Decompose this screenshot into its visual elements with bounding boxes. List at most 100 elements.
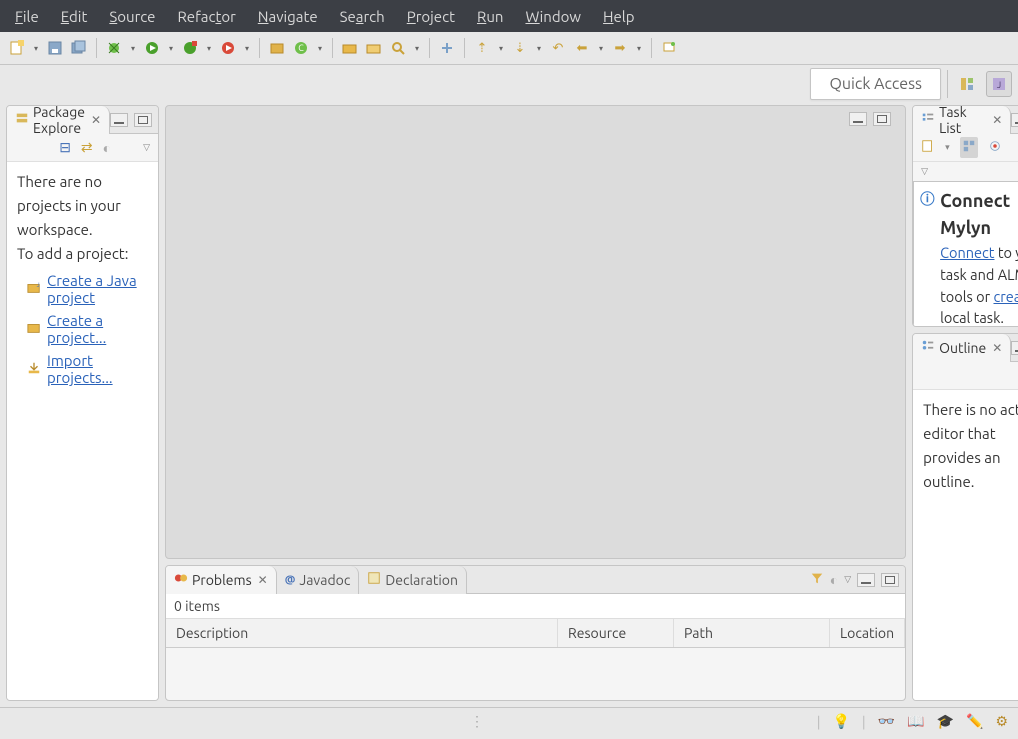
toolbar-separator	[96, 38, 97, 58]
new-class-button[interactable]: C	[290, 37, 312, 59]
new-class-dropdown[interactable]: ▾	[314, 37, 326, 59]
view-menu-icon[interactable]: ▽	[844, 574, 851, 585]
coverage-dropdown[interactable]: ▾	[203, 37, 215, 59]
run-dropdown[interactable]: ▾	[165, 37, 177, 59]
debug-button[interactable]	[103, 37, 125, 59]
close-icon[interactable]: ✕	[992, 341, 1002, 355]
minimize-button[interactable]	[857, 573, 875, 587]
coverage-button[interactable]	[179, 37, 201, 59]
save-all-button[interactable]	[68, 37, 90, 59]
graduation-icon[interactable]: 🎓	[937, 713, 954, 730]
nav-back-annotation-button[interactable]: ⇡	[471, 37, 493, 59]
close-icon[interactable]: ✕	[91, 113, 101, 127]
nav-next-annotation-dropdown[interactable]: ▾	[533, 37, 545, 59]
run-last-dropdown[interactable]: ▾	[241, 37, 253, 59]
toolbar-separator	[464, 38, 465, 58]
back-button[interactable]: ⬅	[571, 37, 593, 59]
focus-task-icon[interactable]: ◐	[103, 140, 111, 156]
menu-search[interactable]: Search	[329, 4, 396, 29]
toolbar-separator	[332, 38, 333, 58]
tab-javadoc[interactable]: @ Javadoc	[277, 566, 360, 594]
nav-back-annotation-dropdown[interactable]: ▾	[495, 37, 507, 59]
samples-icon[interactable]: 👓	[878, 713, 895, 730]
collapse-all-icon[interactable]: ⊟	[59, 139, 71, 156]
run-button[interactable]	[141, 37, 163, 59]
back-dropdown[interactable]: ▾	[595, 37, 607, 59]
search-button[interactable]	[387, 37, 409, 59]
menu-refactor[interactable]: Refactor	[166, 4, 246, 29]
quick-access-field[interactable]: Quick Access	[810, 68, 941, 100]
menu-file[interactable]: File	[4, 4, 50, 29]
new-task-dropdown[interactable]: ▾	[945, 142, 950, 153]
create-project-link[interactable]: Create a project...	[47, 312, 148, 346]
menu-run[interactable]: Run	[466, 4, 515, 29]
editor-maximize-button[interactable]	[873, 112, 891, 126]
focus-icon[interactable]: ◐	[830, 572, 838, 588]
open-task-button[interactable]	[363, 37, 385, 59]
new-package-button[interactable]	[266, 37, 288, 59]
menu-edit[interactable]: Edit	[50, 4, 99, 29]
col-description[interactable]: Description	[166, 619, 558, 647]
col-path[interactable]: Path	[674, 619, 830, 647]
new-task-icon[interactable]	[921, 139, 935, 156]
maximize-button[interactable]	[134, 113, 152, 127]
create-java-project-link[interactable]: Create a Java project	[47, 272, 148, 306]
menu-project[interactable]: Project	[396, 4, 466, 29]
overview-icon[interactable]: ⚙	[995, 713, 1008, 730]
tab-outline[interactable]: Outline ✕	[913, 334, 1011, 362]
new-button[interactable]	[6, 37, 28, 59]
categorize-icon[interactable]	[960, 137, 978, 158]
tutorials-icon[interactable]: 📖	[907, 713, 924, 730]
editor-area[interactable]	[165, 105, 906, 559]
minimize-button[interactable]	[110, 113, 128, 127]
col-location[interactable]: Location	[830, 619, 905, 647]
toggle-breadcrumb-button[interactable]	[436, 37, 458, 59]
tab-declaration[interactable]: Declaration	[359, 566, 467, 594]
run-last-button[interactable]	[217, 37, 239, 59]
maximize-button[interactable]	[881, 573, 899, 587]
menu-help[interactable]: Help	[592, 4, 645, 29]
col-resource[interactable]: Resource	[558, 619, 674, 647]
view-menu-icon[interactable]: ▽	[143, 142, 150, 153]
search-dropdown[interactable]: ▾	[411, 37, 423, 59]
menu-source[interactable]: Source	[98, 4, 166, 29]
tab-problems[interactable]: Problems ✕	[166, 566, 277, 594]
pin-editor-button[interactable]	[658, 37, 680, 59]
mylyn-connect-panel: ⓘ Connect Mylyn Connect to your task and…	[913, 181, 1018, 327]
create-task-link[interactable]: create	[993, 288, 1018, 305]
open-type-button[interactable]	[339, 37, 361, 59]
nav-next-annotation-button[interactable]: ⇣	[509, 37, 531, 59]
java-perspective-button[interactable]: J	[986, 71, 1012, 97]
trim-drag-handle[interactable]: ⋮	[470, 713, 485, 730]
info-icon: ⓘ	[920, 188, 935, 210]
menu-navigate[interactable]: Navigate	[247, 4, 329, 29]
forward-button[interactable]: ➡	[609, 37, 631, 59]
open-perspective-button[interactable]	[954, 71, 980, 97]
outline-empty-text: There is no active editor that provides …	[923, 398, 1018, 494]
forward-dropdown[interactable]: ▾	[633, 37, 645, 59]
import-projects-link[interactable]: Import projects...	[47, 352, 148, 386]
whatsnew-icon[interactable]: ✏️	[966, 713, 983, 730]
close-icon[interactable]: ✕	[258, 573, 268, 587]
link-editor-icon[interactable]: ⇄	[81, 139, 93, 156]
separator: |	[817, 714, 821, 730]
new-dropdown[interactable]: ▾	[30, 37, 42, 59]
editor-minimize-button[interactable]	[849, 112, 867, 126]
svg-text:C: C	[298, 43, 304, 53]
save-button[interactable]	[44, 37, 66, 59]
find-dropdown[interactable]: ▽	[921, 166, 928, 177]
connect-link[interactable]: Connect	[940, 244, 994, 261]
tip-icon[interactable]: 💡	[832, 713, 849, 730]
minimize-button[interactable]	[1011, 113, 1018, 127]
filter-icon[interactable]	[810, 571, 824, 588]
tab-label: Task List	[939, 105, 986, 136]
tab-task-list[interactable]: Task List ✕	[913, 106, 1011, 134]
last-edit-button[interactable]: ↶	[547, 37, 569, 59]
scheduled-icon[interactable]	[988, 139, 1002, 156]
tab-package-explorer[interactable]: Package Explore ✕	[7, 106, 110, 134]
minimize-button[interactable]	[1011, 341, 1018, 355]
outline-body: There is no active editor that provides …	[913, 390, 1018, 700]
close-icon[interactable]: ✕	[992, 113, 1002, 127]
menu-window[interactable]: Window	[514, 4, 592, 29]
debug-dropdown[interactable]: ▾	[127, 37, 139, 59]
